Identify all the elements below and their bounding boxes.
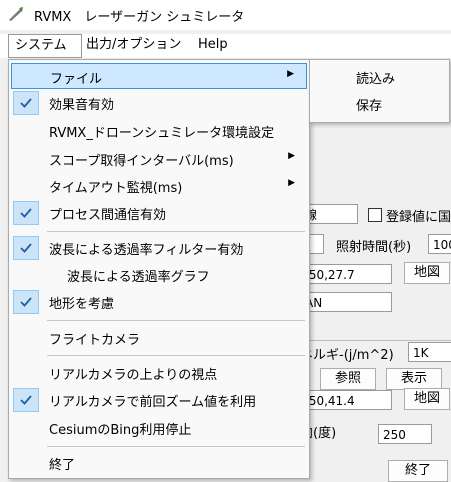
menu-item-label: フライトカメラ [49, 333, 141, 348]
menu-item-file[interactable]: ファイル ▶ [11, 63, 307, 89]
submenu-item-label: 読込み [356, 72, 396, 87]
checkmark-icon [13, 236, 39, 260]
menu-item-timeout-monitor[interactable]: タイムアウト監視(ms) ▶ [11, 173, 307, 199]
submenu-item-load[interactable]: 読込み [312, 64, 447, 90]
irradiation-time-field[interactable]: 100 [428, 234, 451, 254]
menu-item-consider-terrain[interactable]: 地形を考慮 [11, 289, 307, 315]
menu-item-label: プロセス間通信有効 [49, 208, 167, 223]
menu-separator [47, 320, 305, 321]
map-button-2[interactable]: 地図 [404, 388, 450, 410]
window-title: RVMX レーザーガン シュミレータ [34, 10, 245, 25]
map-button-1[interactable]: 地図 [404, 262, 450, 284]
menu-system[interactable]: システム [8, 34, 82, 58]
menu-separator [47, 446, 305, 447]
menu-item-label: 効果音有効 [49, 98, 115, 113]
show-button[interactable]: 表示 [386, 368, 442, 390]
energy-label: ネルギ-(j/m^2) [300, 348, 394, 363]
submenu-arrow-icon: ▶ [288, 151, 295, 161]
system-menu-dropdown: ファイル ▶ 効果音有効 RVMX_ドローンシュミレータ環境設定 スコープ取得イ… [8, 59, 310, 479]
file-submenu: 読込み 保存 [309, 59, 450, 123]
menu-item-label: リアルカメラの上よりの視点 [49, 368, 218, 383]
menu-item-wavelength-filter[interactable]: 波長による透過率フィルター有効 [11, 235, 307, 261]
menu-item-label: ファイル [50, 72, 103, 87]
menu-item-label: 地形を考慮 [49, 297, 115, 312]
submenu-item-label: 保存 [356, 99, 383, 114]
title-bar: RVMX レーザーガン シュミレータ [0, 0, 451, 30]
menu-item-sound-effects[interactable]: 効果音有効 [11, 90, 307, 116]
checkmark-icon [13, 388, 39, 412]
an-field[interactable]: AN [300, 292, 392, 312]
irradiation-time-label: 照射時間(秒) [336, 240, 412, 255]
menu-item-label: RVMX_ドローンシュミレータ環境設定 [49, 126, 275, 141]
checkmark-icon [13, 201, 39, 225]
coordinate-field-2[interactable]: ,50,41.4 [300, 390, 392, 410]
menu-item-real-camera-top-view[interactable]: リアルカメラの上よりの視点 [11, 360, 307, 386]
submenu-arrow-icon: ▶ [288, 178, 295, 188]
menu-item-label: 波長による透過率グラフ [67, 270, 210, 285]
menu-item-wavelength-graph[interactable]: 波長による透過率グラフ [11, 262, 307, 288]
menu-bar: システム 出力/オプション Help [0, 34, 451, 58]
submenu-arrow-icon: ▶ [287, 69, 294, 79]
checkmark-icon [13, 91, 39, 115]
menu-item-scope-interval[interactable]: スコープ取得インターバル(ms) ▶ [11, 146, 307, 172]
menu-item-label: リアルカメラで前回ズーム値を利用 [49, 395, 257, 410]
submenu-item-save[interactable]: 保存 [312, 91, 447, 117]
energy-field[interactable]: 1K [408, 342, 451, 362]
direction-field[interactable]: 250 [378, 424, 432, 444]
coordinate-field-1[interactable]: ,50,27.7 [300, 264, 392, 284]
menu-separator [47, 355, 305, 356]
menu-output-options[interactable]: 出力/オプション [80, 34, 187, 56]
menu-item-label: タイムアウト監視(ms) [49, 181, 183, 196]
menu-item-flight-camera[interactable]: フライトカメラ [11, 325, 307, 351]
group-divider [310, 340, 451, 341]
menu-item-label: スコープ取得インターバル(ms) [49, 154, 234, 169]
reference-button[interactable]: 参照 [320, 368, 376, 390]
menu-help[interactable]: Help [192, 34, 234, 56]
menu-item-ipc-enabled[interactable]: プロセス間通信有効 [11, 200, 307, 226]
menu-item-label: CesiumのBing利用停止 [49, 423, 192, 438]
menu-item-real-camera-zoom[interactable]: リアルカメラで前回ズーム値を利用 [11, 387, 307, 413]
register-checkbox[interactable] [368, 208, 382, 222]
menu-item-cesium-bing-stop[interactable]: CesiumのBing利用停止 [11, 415, 307, 441]
checkmark-icon [13, 290, 39, 314]
menu-item-label: 終了 [49, 458, 76, 473]
register-label: 登録値に国 [386, 210, 451, 225]
menu-item-exit[interactable]: 終了 [11, 450, 307, 476]
laser-gun-app-icon [9, 7, 23, 21]
menu-item-drone-sim-settings[interactable]: RVMX_ドローンシュミレータ環境設定 [11, 118, 307, 144]
menu-separator [47, 231, 305, 232]
exit-button[interactable]: 終了 [388, 460, 448, 482]
menu-item-label: 波長による透過率フィルター有効 [49, 243, 244, 258]
